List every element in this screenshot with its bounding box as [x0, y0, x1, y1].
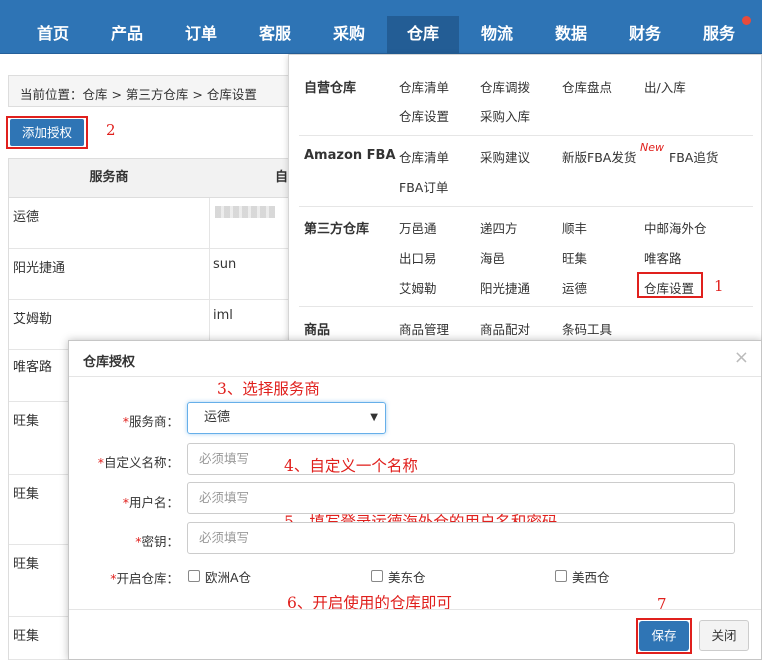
- menu-item-goods-match[interactable]: 商品配对: [480, 319, 530, 338]
- nav-service[interactable]: 客服: [239, 16, 311, 54]
- provider-cell: 艾姆勒: [13, 312, 53, 327]
- nav-orders[interactable]: 订单: [165, 16, 237, 54]
- group-title-third-party: 第三方仓库: [304, 222, 370, 237]
- provider-cell: 阳光捷通: [13, 261, 66, 276]
- provider-cell: 唯客路: [13, 360, 53, 375]
- menu-item-stocktake[interactable]: 仓库盘点: [562, 77, 612, 96]
- warehouse-auth-modal: 仓库授权 × 3、选择服务商 *服务商： 运德 ▼ *自定义名称： 必须填写 4…: [68, 340, 762, 660]
- nav-logistics[interactable]: 物流: [461, 16, 533, 54]
- provider-cell: 运德: [13, 210, 40, 225]
- nav-purchase[interactable]: 采购: [313, 16, 385, 54]
- menu-item-purchase-in[interactable]: 采购入库: [480, 106, 530, 125]
- annotation-box-2: [6, 116, 88, 149]
- checkbox-us-west[interactable]: [555, 570, 567, 582]
- menu-divider: [299, 135, 753, 136]
- annotation-7: 7: [657, 595, 667, 613]
- nav-finance[interactable]: 财务: [609, 16, 681, 54]
- menu-item-chukou1[interactable]: 出口易: [399, 248, 437, 267]
- annotation-2: 2: [106, 121, 116, 139]
- provider-cell: 旺集: [13, 629, 40, 644]
- menu-item-fba-track[interactable]: FBA追货: [669, 147, 718, 166]
- secret-key-label: *密钥：: [135, 534, 179, 549]
- username-label: *用户名：: [122, 495, 179, 510]
- nav-warehouse[interactable]: 仓库: [387, 16, 459, 54]
- warehouse-dropdown-menu: 自营仓库 仓库清单 仓库调拨 仓库盘点 出/入库 仓库设置 采购入库 Amazo…: [288, 54, 762, 342]
- menu-item-transfer[interactable]: 仓库调拨: [480, 77, 530, 96]
- notification-dot-icon: [742, 16, 751, 25]
- custom-name-input[interactable]: 必须填写: [187, 443, 735, 475]
- menu-item-chinapost[interactable]: 中邮海外仓: [644, 218, 707, 237]
- checkbox-label-us-west: 美西仓: [572, 570, 610, 585]
- menu-item-yunde[interactable]: 运德: [562, 278, 587, 297]
- menu-item-sf[interactable]: 顺丰: [562, 218, 587, 237]
- provider-select[interactable]: 运德 ▼: [187, 402, 386, 434]
- user-cell: sun: [213, 257, 237, 272]
- annotation-box-1: [637, 272, 703, 298]
- annotation-3: 3、选择服务商: [217, 380, 320, 398]
- close-icon[interactable]: ×: [734, 347, 749, 368]
- menu-divider: [299, 306, 753, 307]
- menu-item-4px[interactable]: 递四方: [480, 218, 518, 237]
- blurred-value: [215, 206, 275, 218]
- menu-item-winit[interactable]: 万邑通: [399, 218, 437, 237]
- annotation-1: 1: [714, 277, 724, 295]
- menu-item-purchase-suggest[interactable]: 采购建议: [480, 147, 530, 166]
- menu-item-fba-list[interactable]: 仓库清单: [399, 147, 449, 166]
- enable-warehouse-label: *开启仓库：: [110, 571, 179, 586]
- save-button[interactable]: 保存: [639, 621, 689, 651]
- breadcrumb: 当前位置：仓库 > 第三方仓库 > 仓库设置: [8, 75, 298, 107]
- group-title-fba: Amazon FBA: [304, 148, 396, 163]
- checkbox-label-eu-a: 欧洲A仓: [205, 570, 252, 585]
- menu-item-iml[interactable]: 艾姆勒: [399, 278, 437, 297]
- nav-data[interactable]: 数据: [535, 16, 607, 54]
- menu-item-warehouse-settings[interactable]: 仓库设置: [399, 106, 449, 125]
- menu-item-barcode-tool[interactable]: 条码工具: [562, 319, 612, 338]
- menu-item-warehouse-list[interactable]: 仓库清单: [399, 77, 449, 96]
- annotation-4: 4、自定义一个名称: [284, 457, 418, 475]
- provider-cell: 旺集: [13, 557, 40, 572]
- table-row[interactable]: 阳光捷通 sun: [9, 249, 299, 300]
- group-title-goods: 商品: [304, 323, 331, 338]
- menu-item-goods-manage[interactable]: 商品管理: [399, 319, 449, 338]
- menu-divider: [299, 206, 753, 207]
- th-custom-name: 自: [209, 158, 299, 198]
- menu-item-wangji[interactable]: 旺集: [562, 248, 587, 267]
- menu-item-in-out[interactable]: 出/入库: [644, 77, 686, 96]
- chevron-down-icon: ▼: [370, 412, 378, 423]
- secret-key-input[interactable]: 必须填写: [187, 522, 735, 554]
- checkbox-eu-a[interactable]: [188, 570, 200, 582]
- group-title-own: 自营仓库: [304, 81, 357, 96]
- provider-cell: 旺集: [13, 487, 40, 502]
- close-button[interactable]: 关闭: [699, 620, 749, 651]
- new-badge: New: [640, 141, 664, 154]
- checkbox-label-us-east: 美东仓: [388, 570, 426, 585]
- provider-select-value: 运德: [204, 410, 231, 425]
- menu-item-fba-orders[interactable]: FBA订单: [399, 177, 448, 196]
- th-provider: 服务商: [9, 158, 209, 198]
- menu-item-haiyi[interactable]: 海邑: [480, 248, 505, 267]
- nav-home[interactable]: 首页: [17, 16, 89, 54]
- menu-item-weikelu[interactable]: 唯客路: [644, 248, 682, 267]
- top-nav: 首页 产品 订单 客服 采购 仓库 物流 数据 财务 服务: [0, 0, 762, 54]
- custom-name-label: *自定义名称：: [97, 455, 179, 470]
- modal-title: 仓库授权: [83, 355, 136, 370]
- user-cell: iml: [213, 308, 233, 323]
- menu-item-new-fba-ship[interactable]: 新版FBA发货: [562, 147, 636, 166]
- provider-cell: 旺集: [13, 414, 40, 429]
- provider-label: *服务商：: [122, 414, 179, 429]
- nav-products[interactable]: 产品: [91, 16, 163, 54]
- menu-item-sunjet[interactable]: 阳光捷通: [480, 278, 530, 297]
- modal-header: 仓库授权 ×: [69, 341, 761, 377]
- checkbox-us-east[interactable]: [371, 570, 383, 582]
